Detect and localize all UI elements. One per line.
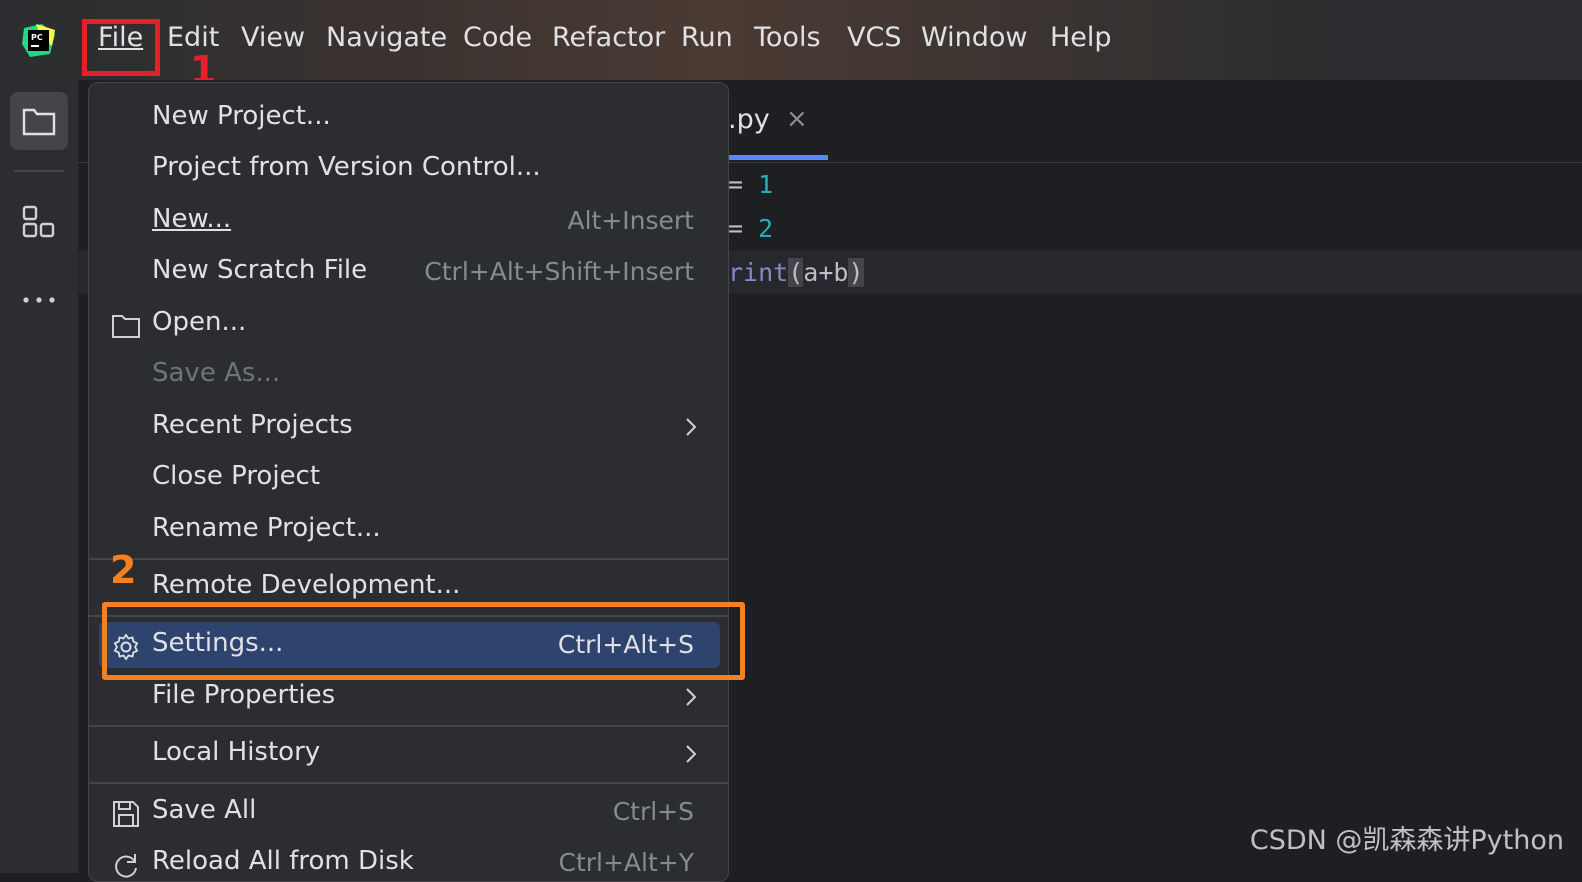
file-menu-dropdown: New Project... Project from Version Cont… [88, 82, 729, 882]
strip-separator [14, 170, 64, 172]
chevron-right-icon [686, 745, 697, 763]
menu-item-reload-all[interactable]: Reload All from Disk Ctrl+Alt+Y [89, 840, 728, 881]
settings-highlight-box [102, 602, 745, 680]
tool-window-strip [0, 80, 79, 873]
menu-item-project-from-vcs[interactable]: Project from Version Control... [89, 146, 728, 192]
menu-item-save-all[interactable]: Save All Ctrl+S [89, 789, 728, 835]
menu-item-label: New Project... [152, 101, 331, 131]
editor-tab-label[interactable]: .py [728, 104, 770, 135]
menu-item-shortcut: Ctrl+Alt+Shift+Insert [424, 257, 694, 286]
menu-view[interactable]: View [241, 22, 305, 53]
pycharm-logo-icon[interactable]: PC [22, 24, 55, 57]
menu-item-shortcut: Alt+Insert [567, 206, 694, 235]
chevron-right-icon [686, 688, 697, 706]
menu-item-label: Local History [152, 737, 321, 767]
menu-vcs[interactable]: VCS [847, 22, 901, 53]
menu-item-open[interactable]: Open... [89, 301, 728, 347]
menu-bar: PC File Edit View Navigate Code Refactor… [0, 0, 1582, 80]
menu-separator [89, 725, 728, 727]
chevron-right-icon [686, 418, 697, 436]
menu-navigate[interactable]: Navigate [326, 22, 447, 53]
menu-item-recent-projects[interactable]: Recent Projects [89, 404, 728, 450]
more-tools-icon[interactable] [22, 295, 56, 305]
menu-separator [89, 558, 728, 560]
menu-item-label: File Properties [152, 680, 336, 710]
menu-refactor[interactable]: Refactor [552, 22, 665, 53]
menu-item-label: Close Project [152, 461, 321, 491]
project-tool-button[interactable] [10, 92, 68, 150]
menu-help[interactable]: Help [1050, 22, 1112, 53]
menu-item-close-project[interactable]: Close Project [89, 455, 728, 501]
active-tab-indicator [728, 155, 828, 160]
menu-item-new-scratch-file[interactable]: New Scratch File Ctrl+Alt+Shift+Insert [89, 249, 728, 295]
tab-close-icon[interactable]: × [786, 104, 808, 134]
menu-item-label: Recent Projects [152, 410, 353, 440]
menu-item-file-properties[interactable]: File Properties [89, 674, 728, 720]
code-line-2[interactable]: = 2 [728, 214, 773, 243]
menu-item-label: Save As... [152, 358, 281, 388]
menu-item-new-project[interactable]: New Project... [89, 95, 728, 141]
menu-code[interactable]: Code [463, 22, 532, 53]
menu-item-label: Project from Version Control... [152, 152, 541, 182]
menu-item-label: Rename Project... [152, 513, 381, 543]
file-menu-highlight-box [82, 19, 160, 76]
menu-item-save-as: Save As... [89, 352, 728, 398]
menu-tools[interactable]: Tools [754, 22, 821, 53]
code-line-1[interactable]: = 1 [728, 170, 773, 199]
menu-item-label: Remote Development... [152, 570, 461, 600]
watermark: CSDN @凯森森讲Python [1249, 825, 1564, 856]
save-icon [113, 801, 139, 827]
menu-item-label: Open... [152, 307, 247, 337]
menu-item-label: New... [152, 204, 232, 234]
menu-item-label: Reload All from Disk [152, 846, 414, 876]
menu-window[interactable]: Window [921, 22, 1027, 53]
reload-icon [115, 854, 137, 878]
code-line-3[interactable]: rint(a+b) [728, 258, 864, 287]
menu-item-rename-project[interactable]: Rename Project... [89, 507, 728, 553]
structure-icon[interactable] [22, 205, 56, 239]
logo-text: PC [31, 33, 43, 42]
menu-item-label: New Scratch File [152, 255, 368, 285]
menu-item-local-history[interactable]: Local History [89, 731, 728, 777]
menu-item-shortcut: Ctrl+S [612, 797, 694, 826]
menu-item-new[interactable]: New... Alt+Insert [89, 198, 728, 244]
folder-icon [112, 315, 140, 338]
menu-run[interactable]: Run [681, 22, 733, 53]
menu-item-label: Save All [152, 795, 257, 825]
folder-icon [22, 108, 56, 136]
menu-separator [89, 782, 728, 784]
step-2-label: 2 [110, 548, 137, 592]
